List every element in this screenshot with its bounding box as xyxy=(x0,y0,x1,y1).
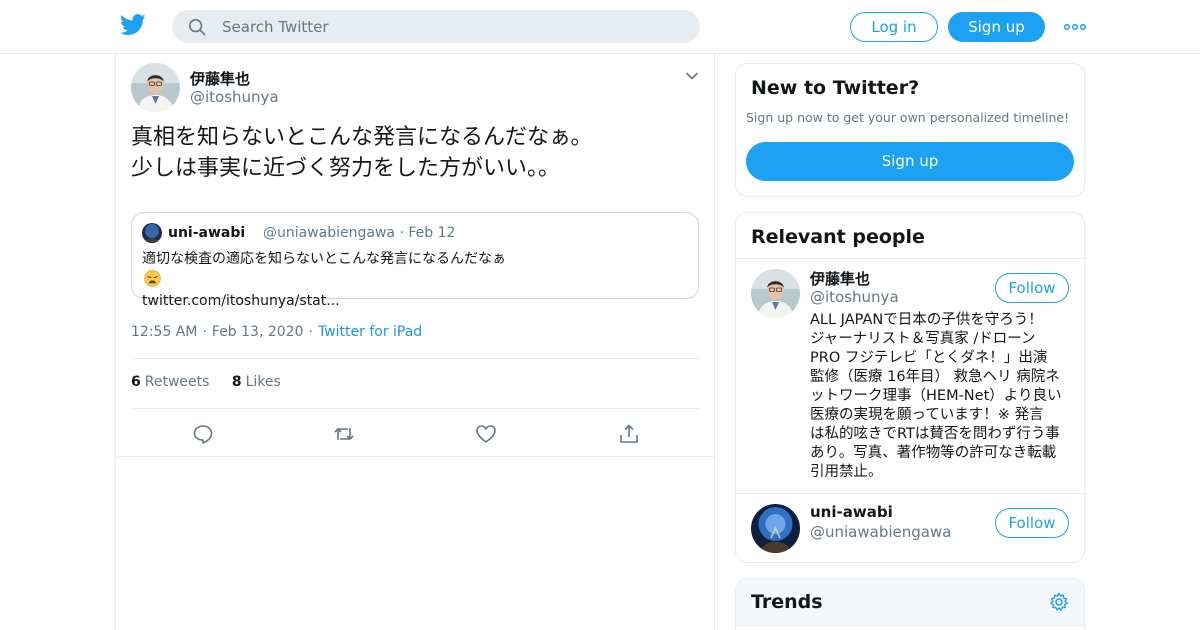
new-to-twitter-card: New to Twitter? Sign up now to get your … xyxy=(735,63,1085,197)
bio-line: 引用禁止。 xyxy=(810,464,883,480)
bio-line: ジャーナリスト＆写真家 /ドローン xyxy=(810,331,1036,347)
bio-line: PRO フジテレビ「とくダネ！」出演 xyxy=(810,350,1048,366)
person-handle[interactable]: @uniawabiengawa xyxy=(810,523,951,541)
bio-line: は私的呟きでRTは賛否を問わず行う事 xyxy=(810,426,1060,442)
bio-line: ALL JAPANで日本の子供を守ろう！ xyxy=(810,312,1043,328)
follow-button[interactable]: Follow xyxy=(995,273,1069,303)
separator-dot: · xyxy=(399,225,404,241)
author-handle[interactable]: @itoshunya xyxy=(190,88,279,106)
card-title: Trends xyxy=(751,591,823,613)
search-box[interactable] xyxy=(172,10,700,43)
card-title: New to Twitter? xyxy=(751,77,920,99)
person-bio: ALL JAPANで日本の子供を守ろう！ ジャーナリスト＆写真家 /ドローン P… xyxy=(810,311,1072,482)
signup-button[interactable]: Sign up xyxy=(948,12,1045,42)
reply-icon[interactable] xyxy=(192,423,214,445)
trends-card: Trends xyxy=(735,578,1085,630)
weary-face-emoji xyxy=(144,270,161,287)
quoted-text: 適切な検査の適応を知らないとこんな発言になるんだなぁ twitter.com/i… xyxy=(142,249,682,312)
like-icon[interactable] xyxy=(475,423,497,445)
relevant-people-card: Relevant people 伊藤隼也 @itoshunya Follow A… xyxy=(735,212,1085,563)
like-count: 8 xyxy=(231,374,242,390)
tweet-meta: 12:55 AM · Feb 13, 2020 · Twitter for iPad xyxy=(131,324,422,340)
person-name[interactable]: uni-awabi xyxy=(810,503,893,521)
twitter-bird-icon[interactable] xyxy=(120,14,146,36)
person-handle[interactable]: @itoshunya xyxy=(810,288,899,306)
follow-button[interactable]: Follow xyxy=(995,508,1069,538)
chevron-down-icon[interactable] xyxy=(685,71,699,81)
tweet-text-line: 真相を知らないとこんな発言になるんだなぁ。 xyxy=(131,125,593,150)
bio-line: あり。写真、著作物等の許可なき転載 xyxy=(810,445,1057,461)
card-title: Relevant people xyxy=(751,226,925,248)
top-navigation-bar: Log in Sign up xyxy=(0,0,1200,54)
quoted-author-avatar xyxy=(142,223,162,243)
share-icon[interactable] xyxy=(618,423,640,445)
trends-header: Trends xyxy=(736,579,1084,625)
divider xyxy=(736,493,1084,494)
quoted-author-handle: @uniawabiengawa · Feb 12 xyxy=(263,225,455,241)
login-button[interactable]: Log in xyxy=(850,12,938,42)
tweet-actions xyxy=(116,409,714,457)
more-dots-icon[interactable] xyxy=(1064,24,1086,30)
tweet-time: 12:55 AM xyxy=(131,324,198,340)
separator-dot: · xyxy=(308,324,313,340)
tweet-text: 真相を知らないとこんな発言になるんだなぁ。 少しは事実に近づく努力をした方がいい… xyxy=(131,122,691,184)
retweet-count: 6 xyxy=(131,374,141,390)
gear-icon[interactable] xyxy=(1049,592,1069,612)
person-name[interactable]: 伊藤隼也 xyxy=(810,268,870,289)
bio-line: 監修（医療 16年目） 救急ヘリ 病院ネ xyxy=(810,369,1060,385)
divider xyxy=(131,358,699,359)
tweet-text-line: 少しは事実に近づく努力をした方がいい。。 xyxy=(131,156,561,181)
quoted-text-line: 適切な検査の適応を知らないとこんな発言になるんだなぁ xyxy=(142,249,682,291)
author-name[interactable]: 伊藤隼也 xyxy=(190,68,250,89)
retweet-icon[interactable] xyxy=(333,423,355,445)
quoted-tweet[interactable]: uni-awabi @uniawabiengawa · Feb 12 適切な検査… xyxy=(131,212,699,309)
tweet-date: Feb 13, 2020 xyxy=(211,324,304,340)
divider xyxy=(736,258,1084,259)
retweet-stat[interactable]: 6 Retweets xyxy=(131,374,209,390)
card-subtitle: Sign up now to get your own personalized… xyxy=(746,110,1070,125)
author-avatar[interactable] xyxy=(131,63,180,112)
like-stat[interactable]: 8 Likes xyxy=(232,374,281,390)
search-input[interactable] xyxy=(222,10,682,43)
tweet-stats: 6 Retweets 8 Likes xyxy=(131,374,281,390)
person-avatar[interactable] xyxy=(751,269,800,318)
retweet-label: Retweets xyxy=(144,374,210,390)
quoted-date: Feb 12 xyxy=(408,225,456,241)
sidebar-signup-button[interactable]: Sign up xyxy=(746,142,1074,181)
like-label: Likes xyxy=(245,374,281,390)
search-icon xyxy=(188,18,206,36)
tweet-column: 伊藤隼也 @itoshunya 真相を知らないとこんな発言になるんだなぁ。 少し… xyxy=(115,54,715,630)
bio-line: 医療の実現を願っています！※ 発言 xyxy=(810,407,1044,423)
quoted-handle-text: @uniawabiengawa xyxy=(263,225,396,241)
tweet-source-link[interactable]: Twitter for iPad xyxy=(318,324,422,340)
quoted-link[interactable]: twitter.com/itoshunya/stat... xyxy=(142,291,682,312)
bio-line: ットワーク理事（HEM-Net）より良い xyxy=(810,388,1062,404)
quoted-text-body: 適切な検査の適応を知らないとこんな発言になるんだなぁ xyxy=(142,251,506,267)
separator-dot: · xyxy=(202,324,207,340)
person-avatar[interactable] xyxy=(751,504,800,553)
quoted-author-name: uni-awabi xyxy=(168,225,246,241)
divider xyxy=(736,625,1084,626)
